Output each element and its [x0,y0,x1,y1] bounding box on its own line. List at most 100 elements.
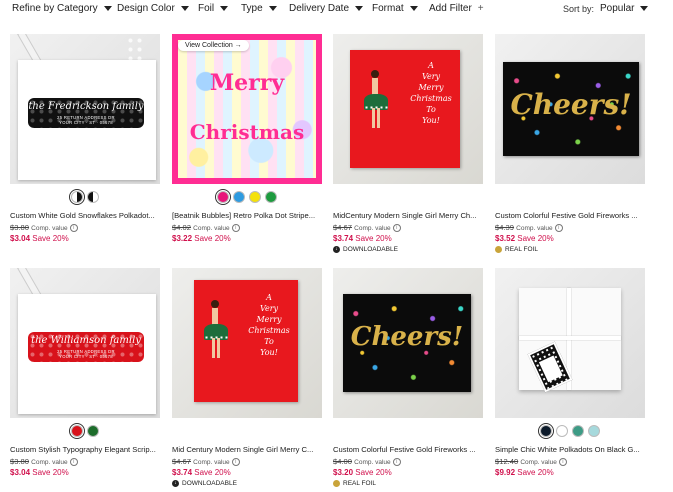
swatch-black[interactable] [538,423,554,439]
info-icon[interactable]: i [392,224,401,232]
product-image[interactable]: Cheers! [333,268,483,418]
sale-price: $3.22 [172,234,193,243]
label-address: 25 RETURN ADDRESS DR YOUR CITY · ST · 05… [57,349,115,359]
save-percent: Save 20% [517,234,554,243]
info-icon[interactable]: i [554,224,563,232]
add-filter-button[interactable]: Add Filter + [429,3,484,14]
product-card[interactable]: A Very Merry Christmas To You! MidCentur… [333,34,483,274]
cheers-card: Cheers! [503,62,639,156]
save-percent: Save 20% [32,468,69,477]
product-title[interactable]: Custom White Gold Snowflakes Polkadot... [10,211,160,220]
sale-price-row: $3.20 Save 20% [333,468,392,477]
save-percent: Save 20% [355,468,392,477]
save-percent: Save 20% [194,468,231,477]
swatch-blue[interactable] [233,191,245,203]
badge-label: DOWNLOADABLE [182,480,237,487]
swatch-teal[interactable] [572,425,584,437]
info-icon[interactable]: i [231,224,240,232]
comp-value-label: Comp. value [31,459,68,466]
product-card[interactable]: the Williamson family 25 RETURN ADDRESS … [10,268,160,492]
product-card[interactable]: Cheers! Custom Colorful Festive Gold Fir… [333,268,483,492]
filter-bar: Refine by Category Design Color Foil Typ… [0,0,673,22]
product-title[interactable]: MidCentury Modern Single Girl Merry Ch..… [333,211,483,220]
comp-value-label: Comp. value [354,459,391,466]
caret-down-icon [180,6,189,11]
badge-label: REAL FOIL [505,246,538,253]
card-pink-border: Merry Christmas [172,34,322,184]
swatch-black[interactable] [87,191,99,203]
info-icon[interactable]: i [558,458,567,466]
product-title[interactable]: [Beatnik Bubbles] Retro Polka Dot Stripe… [172,211,322,220]
product-title[interactable]: Custom Colorful Festive Gold Fireworks .… [333,445,483,454]
product-image[interactable] [495,268,645,418]
caret-down-icon [220,6,229,11]
product-title[interactable]: Custom Stylish Typography Elegant Scrip.… [10,445,160,454]
comp-value-label: Comp. value [31,225,68,232]
info-icon[interactable]: i [69,458,78,466]
sale-price-row: $3.22 Save 20% [172,234,231,243]
sale-price: $3.04 [10,234,31,243]
swatch-white[interactable] [556,425,568,437]
product-title[interactable]: Mid Century Modern Single Girl Merry C..… [172,445,322,454]
info-icon[interactable]: i [392,458,401,466]
sale-price: $3.74 [333,234,354,243]
original-price: $4.67 [172,457,192,466]
product-image[interactable]: A Very Merry Christmas To You! [333,34,483,184]
original-price-row: $4.00 Comp. value i [333,457,401,466]
original-price-row: $4.67 Comp. value i [333,223,401,232]
comp-value-label: Comp. value [516,225,553,232]
swatch-red[interactable] [69,423,85,439]
original-price: $12.40 [495,457,519,466]
comp-value-label: Comp. value [193,459,230,466]
product-image[interactable]: the Williamson family 25 RETURN ADDRESS … [10,268,160,418]
product-title[interactable]: Simple Chic White Polkadots On Black G..… [495,445,645,454]
filter-delivery-date[interactable]: Delivery Date [289,3,364,14]
sort-label: Sort by: [563,4,595,14]
filter-type[interactable]: Type [241,3,277,14]
merry-text: Merry [209,70,285,96]
color-swatches [495,423,645,439]
original-price: $3.80 [10,457,30,466]
filter-design-color[interactable]: Design Color [117,3,189,14]
view-collection-button[interactable]: View Collection → [178,40,249,51]
product-card[interactable]: the Fredrickson family 25 RETURN ADDRESS… [10,34,160,274]
filter-format[interactable]: Format [372,3,418,14]
filter-label: Delivery Date [289,3,350,14]
label-family-name: the Williamson family [31,335,141,346]
save-percent: Save 20% [355,234,392,243]
swatch-green[interactable] [265,191,277,203]
swatch-green[interactable] [87,425,99,437]
comp-value-label: Comp. value [193,225,230,232]
download-icon: ↓ [333,246,340,253]
sale-price-row: $9.92 Save 20% [495,468,554,477]
original-price-row: $4.39 Comp. value i [495,223,563,232]
original-price: $4.02 [172,223,192,232]
swatch-white[interactable] [69,189,85,205]
product-image[interactable]: the Fredrickson family 25 RETURN ADDRESS… [10,34,160,184]
product-card[interactable]: Cheers! Custom Colorful Festive Gold Fir… [495,34,645,274]
swatch-pink[interactable] [215,189,231,205]
swatch-yellow[interactable] [249,191,261,203]
real-foil-badge: REAL FOIL [333,480,376,487]
product-image[interactable]: Merry Christmas View Collection → [172,34,322,184]
filter-refine-by-category[interactable]: Refine by Category [12,3,112,14]
original-price-row: $4.67 Comp. value i [172,457,240,466]
cheers-card: Cheers! [343,294,471,392]
sale-price-row: $3.74 Save 20% [333,234,392,243]
product-card[interactable]: Simple Chic White Polkadots On Black G..… [495,268,645,492]
downloadable-badge: ↓ DOWNLOADABLE [172,480,237,487]
product-image[interactable]: Cheers! [495,34,645,184]
christmas-text: Christmas [189,120,305,144]
filter-foil[interactable]: Foil [198,3,229,14]
sale-price: $3.20 [333,468,354,477]
product-image[interactable]: A Very Merry Christmas To You! [172,268,322,418]
info-icon[interactable]: i [231,458,240,466]
info-icon[interactable]: i [69,224,78,232]
color-swatches [172,189,322,205]
product-card[interactable]: A Very Merry Christmas To You! Mid Centu… [172,268,322,492]
comp-value-label: Comp. value [354,225,391,232]
sort-dropdown[interactable]: Popular [600,3,649,14]
product-card[interactable]: Merry Christmas View Collection → [Beatn… [172,34,322,274]
swatch-light-blue[interactable] [588,425,600,437]
product-title[interactable]: Custom Colorful Festive Gold Fireworks .… [495,211,645,220]
